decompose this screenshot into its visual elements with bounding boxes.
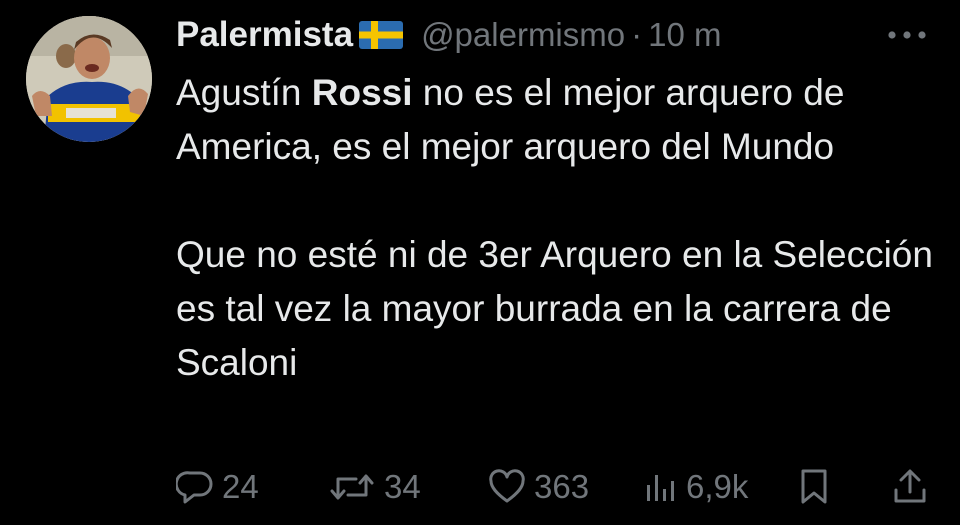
reply-count: 24 xyxy=(222,468,259,505)
retweet-icon xyxy=(330,474,374,500)
bookmark-icon xyxy=(801,469,827,504)
tweet-paragraph-2: Que no esté ni de 3er Arquero en la Sele… xyxy=(176,234,933,383)
heart-icon xyxy=(489,469,525,503)
text-segment: Agustín xyxy=(176,72,312,113)
reply-icon xyxy=(176,471,213,504)
action-bar: 24 34 363 6,9k xyxy=(176,462,936,512)
retweet-button[interactable]: 34 xyxy=(328,462,421,512)
separator-dot: · xyxy=(631,16,643,53)
user-handle[interactable]: @palermismo xyxy=(421,16,625,54)
views-button[interactable]: 6,9k xyxy=(644,462,748,512)
tweet-paragraph-1: Agustín Rossi no es el mejor arquero de … xyxy=(176,66,936,174)
views-icon xyxy=(647,475,674,501)
more-icon xyxy=(888,31,926,39)
sweden-flag-icon xyxy=(359,21,404,49)
share-icon xyxy=(894,469,926,503)
like-button[interactable]: 363 xyxy=(488,462,589,512)
like-count: 363 xyxy=(534,468,590,505)
retweet-count: 34 xyxy=(384,468,421,505)
tweet-header: Palermista @palermismo · 10 m xyxy=(176,10,721,60)
tweet-text: Agustín Rossi no es el mejor arquero de … xyxy=(176,66,936,390)
bold-name: Rossi xyxy=(311,72,413,113)
timestamp[interactable]: 10 m xyxy=(648,16,721,54)
display-name[interactable]: Palermista xyxy=(176,15,353,55)
views-count: 6,9k xyxy=(686,468,749,505)
more-button[interactable] xyxy=(884,18,930,52)
avatar-image xyxy=(26,16,152,142)
bookmark-button[interactable] xyxy=(798,462,830,512)
tweet: Palermista @palermismo · 10 m Agustín Ro… xyxy=(0,0,960,525)
avatar[interactable] xyxy=(26,16,152,142)
share-button[interactable] xyxy=(892,462,928,512)
reply-button[interactable]: 24 xyxy=(176,462,259,512)
